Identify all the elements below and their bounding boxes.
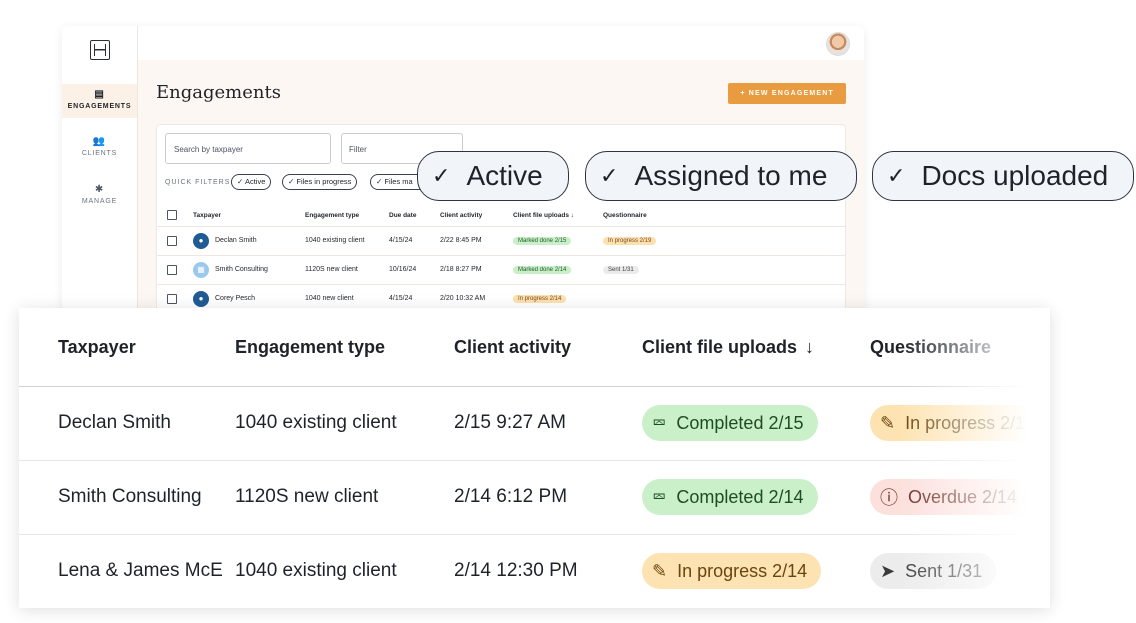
questionnaire-badge-label: In progress 2/19 bbox=[905, 412, 1036, 433]
highlight-chip-active[interactable]: ✓ Active bbox=[417, 151, 569, 201]
client-activity: 2/15 9:27 AM bbox=[454, 412, 566, 433]
engagement-type: 1040 existing client bbox=[235, 412, 397, 433]
engagement-type: 1040 existing client bbox=[235, 560, 397, 581]
row-checkbox[interactable] bbox=[167, 293, 177, 304]
questionnaire-badge: In progress 2/19 bbox=[603, 236, 657, 245]
column-header-label: Client file uploads bbox=[642, 336, 798, 357]
table-row[interactable]: ▦ Smith Consulting 1120S new client 10/16… bbox=[157, 255, 845, 285]
column-header[interactable]: Questionnaire bbox=[603, 204, 647, 226]
column-header[interactable]: Due date bbox=[389, 204, 416, 226]
pen-icon: ✎ bbox=[880, 412, 896, 433]
column-header[interactable]: Engagement type bbox=[235, 308, 385, 386]
chip-label: Docs uploaded bbox=[921, 160, 1109, 191]
check-icon: ✓ bbox=[432, 163, 451, 188]
sidebar-item-manage[interactable]: ✱ MANAGE bbox=[62, 184, 137, 205]
questionnaire-badge-label: Sent 1/31 bbox=[905, 560, 983, 581]
table-row[interactable]: ● Declan Smith 1040 existing client 4/15/… bbox=[157, 226, 845, 256]
column-header[interactable]: Engagement type bbox=[305, 204, 359, 226]
row-checkbox[interactable] bbox=[167, 264, 177, 275]
client-activity: 2/22 8:45 PM bbox=[440, 237, 482, 244]
person-avatar-icon: ● bbox=[193, 290, 209, 307]
taxpayer-name[interactable]: Corey Pesch bbox=[215, 295, 255, 302]
engagement-type: 1120S new client bbox=[305, 266, 358, 273]
table-row[interactable]: Lena & James McE 1040 existing client 2/… bbox=[19, 534, 1050, 608]
gear-icon: ✱ bbox=[94, 184, 105, 195]
engagement-type: 1120S new client bbox=[235, 486, 379, 507]
sidebar-item-label: MANAGE bbox=[81, 198, 118, 205]
column-header[interactable]: Client activity bbox=[454, 308, 571, 386]
sidebar-item-clients[interactable]: 👥 CLIENTS bbox=[62, 136, 137, 157]
alert-circle-icon: ⓘ bbox=[880, 488, 898, 508]
highlight-chip-docs-uploaded[interactable]: ✓ Docs uploaded bbox=[872, 151, 1134, 201]
taxpayer-name[interactable]: Smith Consulting bbox=[58, 460, 228, 534]
column-header[interactable]: Taxpayer bbox=[58, 308, 136, 386]
column-header[interactable]: Questionnaire bbox=[870, 308, 991, 386]
taxpayer-name[interactable]: Declan Smith bbox=[58, 386, 228, 460]
uploads-badge: Marked done 2/15 bbox=[513, 236, 572, 245]
column-header[interactable]: Client activity bbox=[440, 204, 482, 226]
sidebar: ▤ ENGAGEMENTS 👥 CLIENTS ✱ MANAGE bbox=[62, 26, 138, 316]
uploads-badge: Marked done 2/14 bbox=[513, 265, 572, 274]
uploads-badge: In progress 2/14 bbox=[513, 294, 567, 303]
upload-folder-icon: ⮹ bbox=[652, 412, 667, 433]
table-header-row: Taxpayer Engagement type Due date Client… bbox=[157, 204, 845, 227]
chip-label: Active bbox=[466, 160, 543, 191]
sort-down-icon[interactable]: ↓ bbox=[805, 337, 814, 358]
highlight-chip-assigned-to-me[interactable]: ✓ Assigned to me bbox=[585, 151, 857, 201]
sidebar-item-label: CLIENTS bbox=[81, 150, 118, 157]
sidebar-item-engagements[interactable]: ▤ ENGAGEMENTS bbox=[62, 84, 137, 118]
uploads-badge: ✎ In progress 2/14 bbox=[642, 553, 822, 589]
building-avatar-icon: ▦ bbox=[193, 261, 209, 278]
zoomed-table: Taxpayer Engagement type Client activity… bbox=[19, 308, 1050, 608]
page-title: Engagements bbox=[156, 82, 281, 103]
upload-folder-icon: ⮹ bbox=[652, 486, 667, 507]
due-date: 4/15/24 bbox=[389, 237, 413, 244]
uploads-badge-label: Completed 2/14 bbox=[676, 486, 804, 507]
due-date: 10/16/24 bbox=[389, 266, 417, 273]
check-icon: ✓ bbox=[887, 163, 906, 188]
column-header-uploads[interactable]: Client file uploads ↓ bbox=[642, 308, 814, 386]
pen-icon: ✎ bbox=[652, 560, 668, 581]
row-checkbox[interactable] bbox=[167, 235, 177, 246]
questionnaire-badge: ➤ Sent 1/31 bbox=[870, 553, 997, 589]
quick-filter-files-in-progress[interactable]: ✓ Files in progress bbox=[282, 174, 358, 190]
quick-filters-label: QUICK FILTERS: bbox=[165, 179, 234, 186]
list-icon: ▤ bbox=[94, 89, 105, 100]
client-activity: 2/14 12:30 PM bbox=[454, 560, 578, 581]
quick-filter-active[interactable]: ✓ Active bbox=[231, 174, 272, 190]
top-bar bbox=[138, 26, 864, 60]
column-header[interactable]: Client file uploads ↓ bbox=[513, 204, 574, 226]
chip-label: Assigned to me bbox=[634, 160, 828, 191]
questionnaire-badge: Sent 1/31 bbox=[603, 265, 639, 274]
questionnaire-badge: ✎ In progress 2/19 bbox=[870, 405, 1050, 441]
engagement-type: 1040 existing client bbox=[305, 237, 365, 244]
search-input[interactable]: Search by taxpayer bbox=[165, 133, 331, 164]
uploads-badge-label: Completed 2/15 bbox=[676, 412, 804, 433]
client-activity: 2/18 8:27 PM bbox=[440, 266, 482, 273]
table-row[interactable]: Declan Smith 1040 existing client 2/15 9… bbox=[19, 386, 1050, 461]
questionnaire-badge: ⓘ Overdue 2/14 bbox=[870, 479, 1032, 515]
uploads-badge-label: In progress 2/14 bbox=[677, 560, 808, 581]
client-activity: 2/14 6:12 PM bbox=[454, 486, 568, 507]
people-icon: 👥 bbox=[92, 136, 107, 147]
zoom-header-row: Taxpayer Engagement type Client activity… bbox=[19, 308, 1050, 387]
taxpayer-name[interactable]: Smith Consulting bbox=[215, 266, 268, 273]
taxpayer-name[interactable]: Declan Smith bbox=[215, 237, 257, 244]
avatar[interactable] bbox=[826, 32, 850, 56]
uploads-badge: ⮹ Completed 2/14 bbox=[642, 479, 818, 515]
table-row[interactable]: Smith Consulting 1120S new client 2/14 6… bbox=[19, 460, 1050, 535]
person-avatar-icon: ● bbox=[193, 232, 209, 249]
column-header[interactable]: Taxpayer bbox=[193, 204, 221, 226]
select-all-checkbox[interactable] bbox=[167, 210, 177, 220]
taxpayer-name[interactable]: Lena & James McE bbox=[58, 534, 228, 608]
uploads-badge: ⮹ Completed 2/15 bbox=[642, 405, 818, 441]
new-engagement-button[interactable]: + NEW ENGAGEMENT bbox=[728, 83, 846, 104]
send-icon: ➤ bbox=[880, 560, 896, 581]
logo-icon[interactable] bbox=[90, 40, 110, 60]
sidebar-item-label: ENGAGEMENTS bbox=[67, 103, 132, 110]
questionnaire-badge-label: Overdue 2/14 bbox=[908, 486, 1018, 507]
check-icon: ✓ bbox=[600, 163, 619, 188]
